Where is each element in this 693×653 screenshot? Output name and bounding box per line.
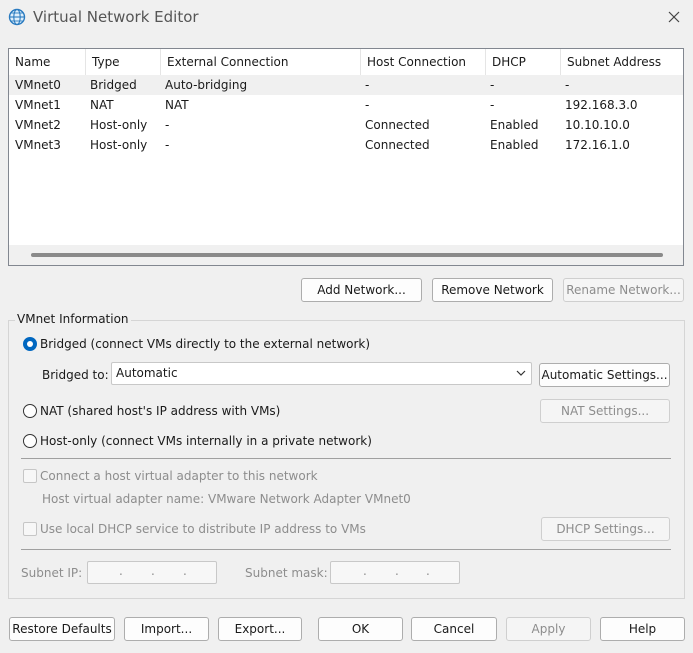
close-button[interactable] (655, 2, 693, 32)
group-title: VMnet Information (15, 312, 131, 326)
subnet-mask-field[interactable]: . . . (330, 561, 460, 584)
ip-dot: . (426, 564, 430, 578)
bridged-radio[interactable] (23, 337, 37, 351)
table-row[interactable]: VMnet1 NAT NAT - - 192.168.3.0 (9, 95, 683, 115)
network-globe-icon (8, 8, 26, 26)
subnet-ip-label: Subnet IP: (21, 566, 83, 580)
remove-network-button[interactable]: Remove Network (432, 278, 553, 302)
title-bar: Virtual Network Editor (0, 0, 693, 34)
ip-dot: . (119, 564, 123, 578)
connect-adapter-checkbox[interactable] (23, 469, 37, 483)
add-network-button[interactable]: Add Network... (301, 278, 422, 302)
cell-subnet-address: - (565, 78, 570, 92)
close-icon (668, 11, 680, 23)
cell-host-connection: - (365, 98, 370, 112)
network-table[interactable]: Name Type External Connection Host Conne… (8, 48, 684, 266)
cell-type: Host-only (90, 118, 148, 132)
chevron-down-icon (516, 370, 526, 376)
bridged-to-select[interactable]: Automatic (111, 362, 532, 385)
cell-subnet-address: 10.10.10.0 (565, 118, 630, 132)
cell-external-connection: - (165, 138, 170, 152)
cell-external-connection: Auto-bridging (165, 78, 248, 92)
host-only-label[interactable]: Host-only (connect VMs internally in a p… (40, 434, 372, 448)
cell-dhcp: - (490, 78, 495, 92)
table-header: Name Type External Connection Host Conne… (9, 49, 683, 76)
ok-button[interactable]: OK (318, 617, 403, 641)
cell-dhcp: - (490, 98, 495, 112)
bridged-to-value: Automatic (116, 366, 178, 380)
cell-name: VMnet2 (15, 118, 61, 132)
bridged-to-label: Bridged to: (42, 368, 109, 382)
cell-external-connection: NAT (165, 98, 189, 112)
cell-external-connection: - (165, 118, 170, 132)
bridged-label[interactable]: Bridged (connect VMs directly to the ext… (40, 337, 370, 351)
column-header-type[interactable]: Type (86, 49, 161, 75)
column-header-host-connection[interactable]: Host Connection (361, 49, 486, 75)
cell-type: NAT (90, 98, 114, 112)
dhcp-checkbox[interactable] (23, 522, 37, 536)
separator (21, 549, 671, 550)
scrollbar-thumb[interactable] (31, 253, 663, 257)
ip-dot: . (395, 564, 399, 578)
dhcp-label[interactable]: Use local DHCP service to distribute IP … (40, 522, 366, 536)
cell-host-connection: Connected (365, 118, 430, 132)
host-only-radio[interactable] (23, 434, 37, 448)
cell-name: VMnet3 (15, 138, 61, 152)
nat-label[interactable]: NAT (shared host's IP address with VMs) (40, 404, 280, 418)
nat-radio[interactable] (23, 404, 37, 418)
cell-type: Bridged (90, 78, 137, 92)
ip-dot: . (151, 564, 155, 578)
connect-adapter-label[interactable]: Connect a host virtual adapter to this n… (40, 469, 318, 483)
import-button[interactable]: Import... (124, 617, 209, 641)
window-title: Virtual Network Editor (33, 8, 199, 26)
horizontal-scrollbar[interactable] (9, 245, 683, 265)
table-row[interactable]: VMnet0 Bridged Auto-bridging - - - (9, 75, 683, 95)
ip-dot: . (363, 564, 367, 578)
nat-settings-button[interactable]: NAT Settings... (540, 399, 670, 423)
restore-defaults-button[interactable]: Restore Defaults (9, 617, 115, 641)
dhcp-settings-button[interactable]: DHCP Settings... (541, 517, 670, 541)
adapter-name-label: Host virtual adapter name: VMware Networ… (42, 492, 411, 506)
cell-dhcp: Enabled (490, 118, 539, 132)
cell-subnet-address: 192.168.3.0 (565, 98, 638, 112)
ip-dot: . (183, 564, 187, 578)
help-button[interactable]: Help (600, 617, 685, 641)
automatic-settings-button[interactable]: Automatic Settings... (539, 363, 670, 387)
table-row[interactable]: VMnet3 Host-only - Connected Enabled 172… (9, 135, 683, 155)
cell-dhcp: Enabled (490, 138, 539, 152)
subnet-mask-label: Subnet mask: (245, 566, 328, 580)
cancel-button[interactable]: Cancel (411, 617, 497, 641)
cell-name: VMnet1 (15, 98, 61, 112)
apply-button[interactable]: Apply (506, 617, 591, 641)
column-header-name[interactable]: Name (9, 49, 86, 75)
cell-host-connection: Connected (365, 138, 430, 152)
column-header-external-connection[interactable]: External Connection (161, 49, 361, 75)
column-header-dhcp[interactable]: DHCP (486, 49, 561, 75)
cell-subnet-address: 172.16.1.0 (565, 138, 630, 152)
cell-host-connection: - (365, 78, 370, 92)
cell-type: Host-only (90, 138, 148, 152)
rename-network-button[interactable]: Rename Network... (563, 278, 684, 302)
export-button[interactable]: Export... (218, 617, 302, 641)
subnet-ip-field[interactable]: . . . (87, 561, 217, 584)
table-row[interactable]: VMnet2 Host-only - Connected Enabled 10.… (9, 115, 683, 135)
cell-name: VMnet0 (15, 78, 61, 92)
separator (21, 458, 671, 459)
column-header-subnet-address[interactable]: Subnet Address (561, 49, 683, 75)
